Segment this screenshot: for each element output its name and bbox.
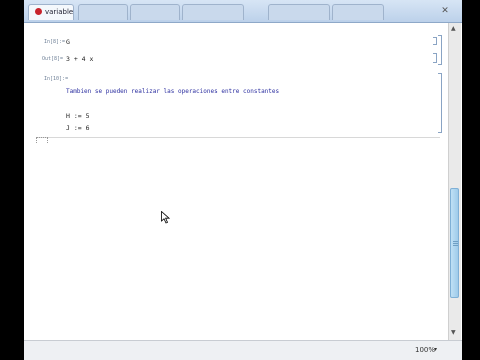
cell-bracket[interactable]	[438, 73, 442, 133]
scroll-up-icon[interactable]: ▲	[451, 25, 456, 32]
notebook-window: variable.nb ✕ In[8]:= G Out[8]= 3 + 4 x …	[24, 0, 462, 360]
cell-bracket[interactable]	[433, 37, 437, 45]
cell-insertion-marker[interactable]	[36, 137, 48, 143]
input-line-j[interactable]: J := 6	[66, 124, 89, 132]
tab-label: variable.nb	[45, 8, 74, 16]
tab-5[interactable]	[268, 4, 330, 20]
notebook-content[interactable]: In[8]:= G Out[8]= 3 + 4 x In[10]:= Tambi…	[24, 23, 448, 340]
tab-4[interactable]	[182, 4, 244, 20]
output-cell-8: 3 + 4 x	[66, 55, 94, 63]
background-edge	[462, 0, 480, 360]
input-label-10: In[10]:=	[44, 76, 69, 82]
close-icon[interactable]: ✕	[438, 5, 452, 17]
tab-3[interactable]	[130, 4, 180, 20]
cell-bracket[interactable]	[433, 53, 437, 63]
scroll-down-icon[interactable]: ▼	[451, 329, 456, 336]
text-cell[interactable]: Tambien se pueden realizar las operacion…	[66, 88, 279, 95]
tab-2[interactable]	[78, 4, 128, 20]
tab-6[interactable]	[332, 4, 384, 20]
input-line-h[interactable]: H := 5	[66, 112, 89, 120]
group-bracket[interactable]	[438, 35, 442, 65]
mouse-pointer-icon	[161, 211, 170, 224]
status-bar: 100% ▾	[24, 340, 462, 360]
notebook-icon	[35, 8, 42, 15]
scroll-thumb[interactable]	[450, 188, 459, 298]
input-label-8: In[8]:=	[44, 39, 66, 45]
cell-insertion-line[interactable]	[36, 137, 440, 138]
input-cell-8[interactable]: G	[66, 38, 70, 46]
output-label-8: Out[8]=	[42, 56, 64, 62]
vertical-scrollbar[interactable]: ▲ ▼	[448, 23, 461, 340]
tab-variable-nb[interactable]: variable.nb	[28, 4, 74, 20]
zoom-dropdown-icon[interactable]: ▾	[434, 346, 437, 353]
zoom-level[interactable]: 100%	[415, 346, 435, 354]
tab-bar: variable.nb ✕	[24, 0, 462, 23]
